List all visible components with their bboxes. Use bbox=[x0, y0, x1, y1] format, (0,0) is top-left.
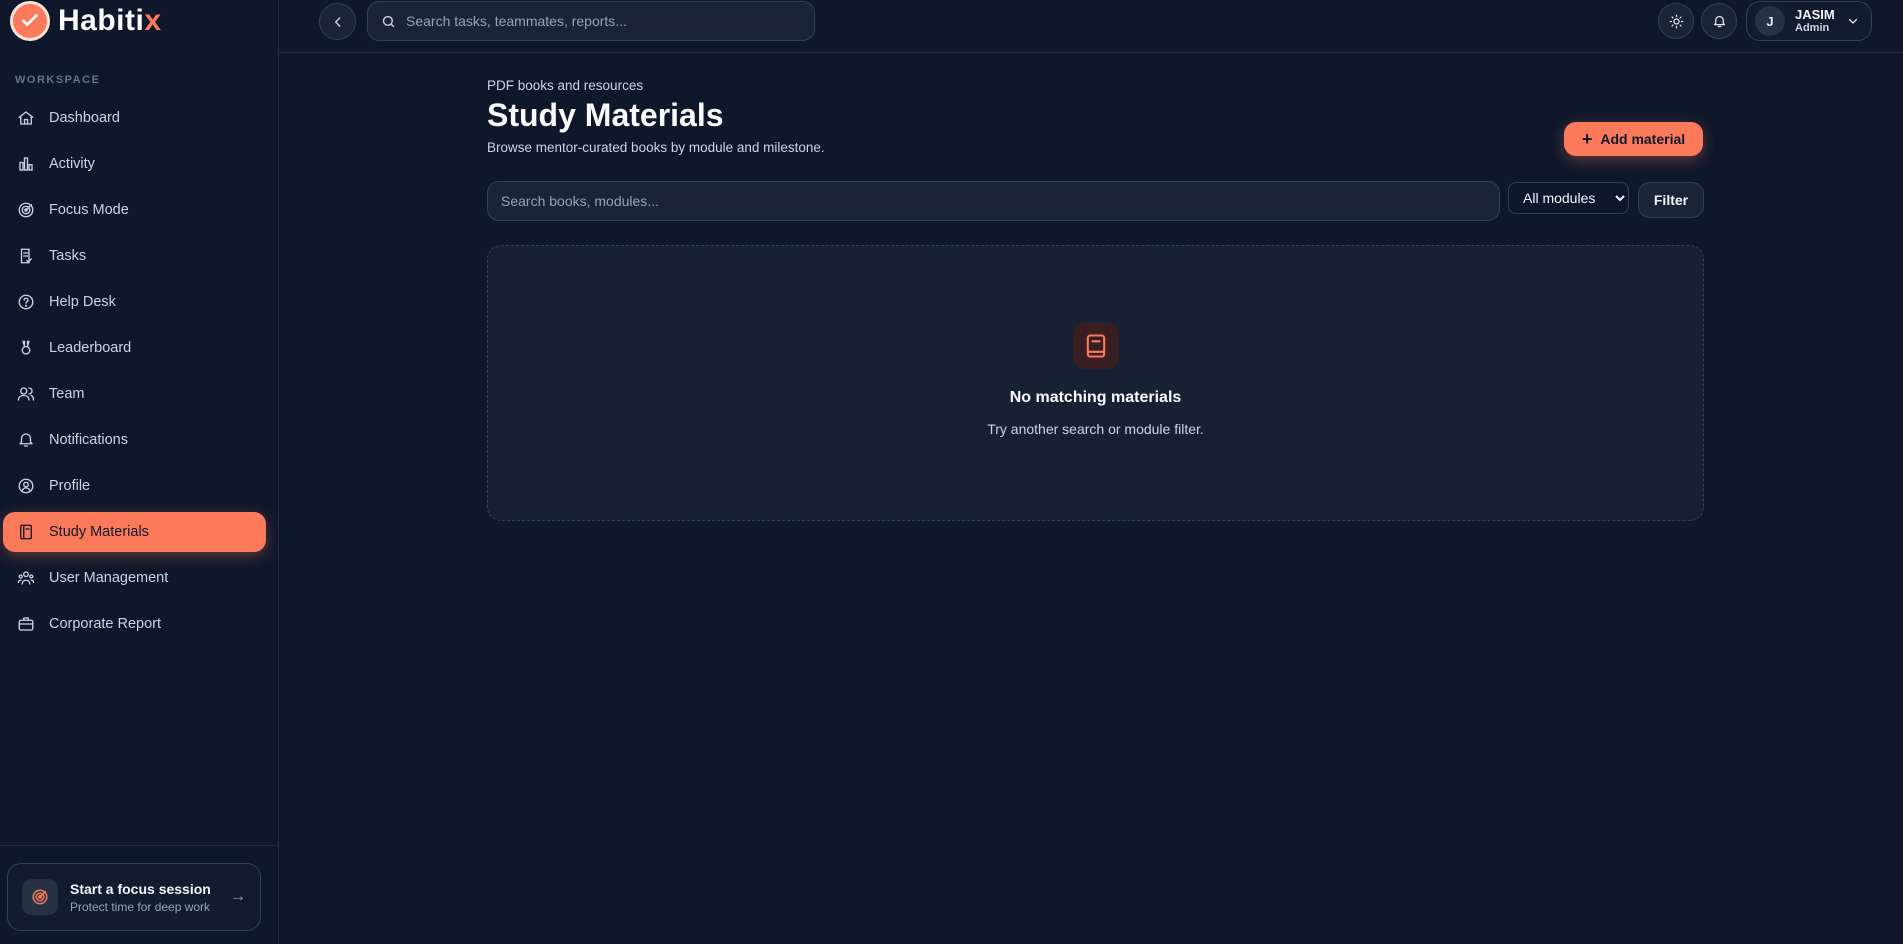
filter-button[interactable]: Filter bbox=[1638, 182, 1704, 218]
brand-logo[interactable]: Habitix bbox=[10, 0, 162, 42]
page-subtitle: Browse mentor-curated books by module an… bbox=[487, 140, 825, 155]
sidebar-item-help-desk[interactable]: Help Desk bbox=[3, 282, 266, 322]
sidebar-item-tasks[interactable]: Tasks bbox=[3, 236, 266, 276]
global-search bbox=[367, 1, 815, 41]
add-material-label: Add material bbox=[1600, 131, 1686, 147]
sidebar-item-corporate-report[interactable]: Corporate Report bbox=[3, 604, 266, 644]
theme-toggle-button[interactable] bbox=[1658, 3, 1694, 39]
sidebar-item-label: Dashboard bbox=[49, 110, 120, 126]
page-title: Study Materials bbox=[487, 97, 724, 133]
chevron-left-icon bbox=[334, 16, 340, 27]
sidebar-item-study-materials[interactable]: Study Materials bbox=[3, 512, 266, 552]
award-icon bbox=[21, 340, 31, 355]
avatar: J bbox=[1755, 6, 1785, 36]
user-group-icon bbox=[17, 571, 35, 585]
sidebar-item-label: User Management bbox=[49, 570, 169, 586]
home-icon bbox=[18, 111, 34, 125]
sidebar: Habitix WORKSPACE Dashboard Activity Foc… bbox=[0, 0, 279, 944]
sidebar-item-label: Notifications bbox=[49, 432, 128, 448]
sidebar-nav: Dashboard Activity Focus Mode Tasks Help… bbox=[3, 98, 266, 650]
clipboard-check-icon bbox=[20, 248, 32, 264]
users-icon bbox=[17, 387, 35, 401]
briefcase-icon bbox=[18, 617, 34, 631]
book-icon bbox=[1072, 323, 1119, 369]
bell-icon bbox=[1713, 15, 1725, 27]
sidebar-item-label: Tasks bbox=[49, 248, 87, 264]
user-menu[interactable]: J JASIM Admin bbox=[1746, 1, 1872, 41]
sidebar-item-label: Focus Mode bbox=[49, 202, 129, 218]
user-name: JASIM bbox=[1795, 6, 1835, 22]
collapse-sidebar-button[interactable] bbox=[319, 3, 356, 40]
empty-state-title: No matching materials bbox=[1009, 389, 1182, 406]
filter-bar: All modules Filter bbox=[487, 181, 1704, 221]
sidebar-item-leaderboard[interactable]: Leaderboard bbox=[3, 328, 266, 368]
sidebar-item-label: Study Materials bbox=[49, 524, 149, 540]
sun-icon bbox=[1669, 14, 1683, 28]
user-info: JASIM Admin bbox=[1795, 6, 1835, 35]
workspace-label: WORKSPACE bbox=[15, 74, 101, 86]
sidebar-item-focus-mode[interactable]: Focus Mode bbox=[3, 190, 266, 230]
bar-chart-icon bbox=[19, 157, 33, 171]
user-role: Admin bbox=[1795, 22, 1830, 35]
chevron-down-icon bbox=[1848, 18, 1857, 24]
materials-search-input[interactable] bbox=[487, 181, 1500, 221]
module-select[interactable]: All modules bbox=[1508, 182, 1629, 214]
plus-icon: + bbox=[1581, 129, 1593, 149]
arrow-right-icon: → bbox=[230, 888, 246, 905]
page-eyebrow: PDF books and resources bbox=[487, 78, 644, 93]
global-search-input[interactable] bbox=[406, 13, 786, 29]
book-icon bbox=[20, 524, 32, 540]
sidebar-footer: Start a focus session Protect time for d… bbox=[0, 845, 279, 944]
notifications-button[interactable] bbox=[1701, 3, 1737, 39]
sidebar-item-notifications[interactable]: Notifications bbox=[3, 420, 266, 460]
sidebar-item-dashboard[interactable]: Dashboard bbox=[3, 98, 266, 138]
sidebar-item-user-management[interactable]: User Management bbox=[3, 558, 266, 598]
sidebar-item-label: Leaderboard bbox=[49, 340, 132, 356]
user-circle-icon bbox=[18, 478, 34, 494]
focus-card-text: Start a focus session Protect time for d… bbox=[70, 881, 211, 914]
bell-icon bbox=[19, 433, 33, 447]
sidebar-item-profile[interactable]: Profile bbox=[3, 466, 266, 506]
empty-state-subtitle: Try another search or module filter. bbox=[987, 421, 1204, 437]
brand-name: Habitix bbox=[58, 4, 162, 37]
sidebar-item-label: Profile bbox=[49, 478, 91, 494]
sidebar-item-label: Activity bbox=[49, 156, 95, 172]
start-focus-session-card[interactable]: Start a focus session Protect time for d… bbox=[7, 863, 261, 931]
logo-check-icon bbox=[10, 1, 50, 41]
topbar: J JASIM Admin bbox=[279, 0, 1903, 53]
main-content: PDF books and resources Study Materials … bbox=[487, 78, 1704, 521]
target-icon bbox=[18, 202, 34, 218]
empty-state: No matching materials Try another search… bbox=[487, 245, 1704, 521]
focus-card-subtitle: Protect time for deep work bbox=[70, 899, 211, 914]
help-circle-icon bbox=[18, 294, 34, 310]
target-icon bbox=[22, 879, 58, 915]
search-icon bbox=[382, 15, 395, 27]
sidebar-item-label: Corporate Report bbox=[49, 616, 162, 632]
add-material-button[interactable]: + Add material bbox=[1564, 122, 1703, 156]
sidebar-item-activity[interactable]: Activity bbox=[3, 144, 266, 184]
sidebar-item-label: Help Desk bbox=[49, 294, 116, 310]
sidebar-item-team[interactable]: Team bbox=[3, 374, 266, 414]
focus-card-title: Start a focus session bbox=[70, 880, 211, 897]
sidebar-item-label: Team bbox=[49, 386, 85, 402]
